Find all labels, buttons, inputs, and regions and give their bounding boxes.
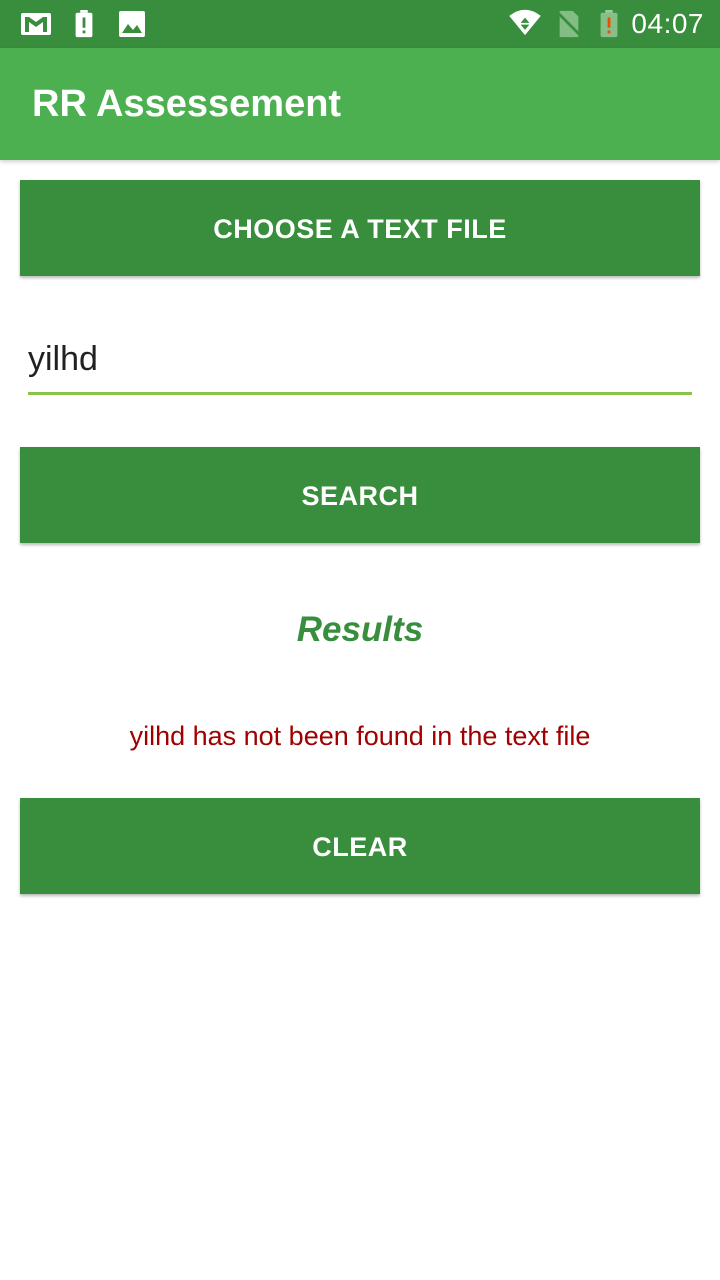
- app-title: RR Assessement: [32, 83, 342, 125]
- image-icon: [119, 11, 145, 37]
- gmail-icon: [21, 13, 51, 35]
- search-input[interactable]: [28, 330, 692, 388]
- result-message: yilhd has not been found in the text fil…: [129, 721, 591, 751]
- choose-file-button[interactable]: CHOOSE A TEXT FILE: [20, 180, 700, 276]
- clear-button[interactable]: CLEAR: [20, 798, 700, 894]
- results-heading: Results: [296, 610, 424, 649]
- status-bar: 04:07: [0, 0, 720, 48]
- battery-alert-icon: [75, 10, 93, 38]
- wifi-icon: [509, 9, 541, 36]
- status-time: 04:07: [631, 8, 704, 39]
- battery-low-icon: [600, 10, 618, 38]
- search-input-container: [28, 330, 692, 395]
- app-bar: RR Assessement: [0, 48, 720, 160]
- search-button[interactable]: SEARCH: [20, 447, 700, 543]
- no-sim-icon: [556, 10, 582, 38]
